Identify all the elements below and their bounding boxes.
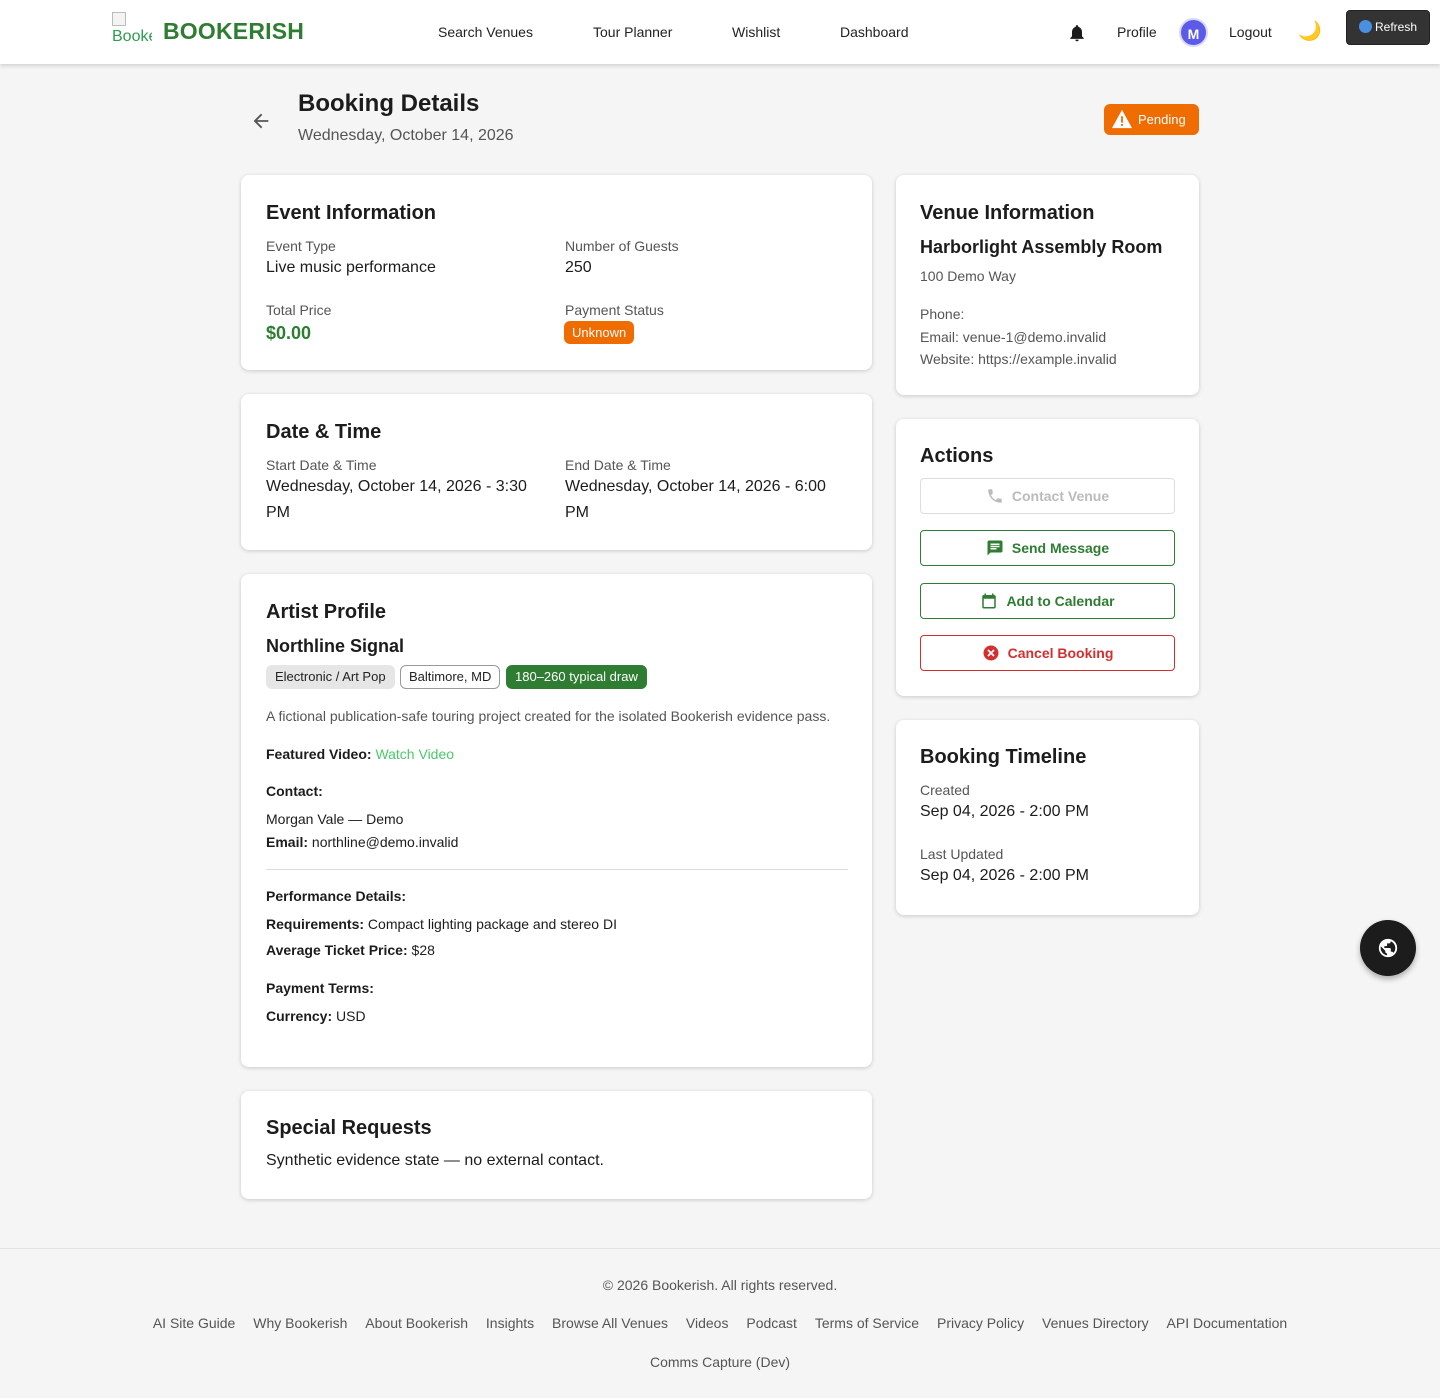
featured-video-row: Featured Video: Watch Video bbox=[266, 746, 455, 762]
end-datetime-label: End Date & Time bbox=[565, 457, 671, 473]
start-datetime-value: Wednesday, October 14, 2026 - 3:30 PM bbox=[266, 478, 527, 521]
end-datetime-value: Wednesday, October 14, 2026 - 6:00 PM bbox=[565, 478, 826, 521]
brand-name[interactable]: BOOKERISH bbox=[163, 18, 304, 45]
location-tag: Baltimore, MD bbox=[400, 665, 501, 689]
footer-link-terms[interactable]: Terms of Service bbox=[815, 1315, 919, 1331]
special-requests-card: Special Requests Synthetic evidence stat… bbox=[241, 1091, 872, 1199]
venue-phone: Phone: bbox=[920, 306, 965, 322]
created-value: Sep 04, 2026 - 2:00 PM bbox=[920, 803, 1089, 820]
copyright: © 2026 Bookerish. All rights reserved. bbox=[602, 1277, 838, 1293]
card-title: Event Information bbox=[266, 202, 437, 224]
performance-details-label: Performance Details: bbox=[266, 888, 407, 904]
footer-link-about[interactable]: About Bookerish bbox=[365, 1315, 468, 1331]
card-title: Date & Time bbox=[266, 421, 382, 443]
payment-status-badge: Unknown bbox=[564, 321, 635, 344]
divider bbox=[266, 869, 848, 870]
total-price-label: Total Price bbox=[266, 302, 332, 318]
phone-icon bbox=[988, 489, 1002, 503]
artist-name: Northline Signal bbox=[266, 636, 405, 656]
watch-video-link[interactable]: Watch Video bbox=[375, 746, 454, 762]
footer-link-api-docs[interactable]: API Documentation bbox=[1167, 1315, 1288, 1331]
nav-search-venues[interactable]: Search Venues bbox=[438, 24, 533, 40]
contact-email[interactable]: northline@demo.invalid bbox=[312, 834, 459, 850]
total-price-value: $0.00 bbox=[266, 323, 312, 343]
footer-link-why-bookerish[interactable]: Why Bookerish bbox=[253, 1315, 347, 1331]
footer-link-browse-venues[interactable]: Browse All Venues bbox=[552, 1315, 668, 1331]
calendar-icon bbox=[982, 593, 997, 609]
payment-status-label: Payment Status bbox=[565, 302, 664, 318]
contact-label: Contact: bbox=[266, 783, 323, 799]
card-title: Special Requests bbox=[266, 1117, 432, 1139]
nav-tour-planner[interactable]: Tour Planner bbox=[593, 24, 672, 40]
guests-label: Number of Guests bbox=[565, 238, 679, 254]
card-title: Actions bbox=[920, 445, 994, 467]
footer-link-privacy[interactable]: Privacy Policy bbox=[937, 1315, 1024, 1331]
top-header: Bookerish BOOKERISH Search Venues Tour P… bbox=[0, 0, 1440, 64]
contact-name: Morgan Vale — Demo bbox=[266, 811, 404, 827]
status-badge: Pending bbox=[1104, 104, 1199, 135]
profile-link[interactable]: Profile bbox=[1117, 24, 1157, 40]
payment-terms-label: Payment Terms: bbox=[266, 980, 374, 996]
language-button[interactable] bbox=[1360, 920, 1416, 976]
event-information-card: Event Information Event Type Live music … bbox=[241, 175, 872, 370]
footer-link-comms-capture[interactable]: Comms Capture (Dev) bbox=[0, 1354, 1440, 1370]
special-requests-text: Synthetic evidence state — no external c… bbox=[266, 1152, 604, 1169]
venue-email: Email: venue-1@demo.invalid bbox=[920, 329, 1107, 345]
logout-link[interactable]: Logout bbox=[1229, 24, 1272, 40]
add-to-calendar-button[interactable]: Add to Calendar bbox=[920, 583, 1175, 619]
artist-description: A fictional publication-safe touring pro… bbox=[266, 708, 831, 724]
artist-profile-card: Artist Profile Northline Signal Electron… bbox=[241, 574, 872, 1067]
send-message-button[interactable]: Send Message bbox=[920, 530, 1175, 566]
nav-dashboard[interactable]: Dashboard bbox=[840, 24, 909, 40]
genre-tag: Electronic / Art Pop bbox=[266, 665, 395, 689]
cancel-circle-icon bbox=[983, 645, 999, 661]
venue-address: 100 Demo Way bbox=[920, 268, 1016, 284]
footer-links: AI Site Guide Why Bookerish About Booker… bbox=[0, 1315, 1440, 1331]
venue-name: Harborlight Assembly Room bbox=[920, 237, 1163, 257]
last-updated-value: Sep 04, 2026 - 2:00 PM bbox=[920, 867, 1089, 884]
event-type-label: Event Type bbox=[266, 238, 336, 254]
date-time-card: Date & Time Start Date & Time Wednesday,… bbox=[241, 394, 872, 550]
refresh-icon bbox=[1359, 20, 1372, 33]
bell-icon[interactable] bbox=[1067, 22, 1087, 44]
currency-row: Currency: USD bbox=[266, 1008, 366, 1024]
footer-link-podcast[interactable]: Podcast bbox=[746, 1315, 797, 1331]
warning-icon bbox=[1112, 109, 1132, 129]
actions-card: Actions Contact Venue Send Message Add t… bbox=[896, 419, 1199, 696]
venue-information-card: Venue Information Harborlight Assembly R… bbox=[896, 175, 1199, 395]
card-title: Artist Profile bbox=[266, 601, 387, 623]
draw-tag: 180–260 typical draw bbox=[506, 665, 647, 689]
refresh-button[interactable]: Refresh bbox=[1346, 10, 1430, 45]
contact-venue-button[interactable]: Contact Venue bbox=[920, 478, 1175, 514]
nav-wishlist[interactable]: Wishlist bbox=[732, 24, 780, 40]
start-datetime-label: Start Date & Time bbox=[266, 457, 377, 473]
footer: © 2026 Bookerish. All rights reserved. A… bbox=[0, 1248, 1440, 1398]
card-title: Booking Timeline bbox=[920, 746, 1087, 768]
ticket-price-row: Average Ticket Price: $28 bbox=[266, 942, 435, 958]
card-title: Venue Information bbox=[920, 202, 1095, 224]
avatar[interactable]: M bbox=[1179, 18, 1208, 47]
arrow-left-icon[interactable] bbox=[250, 110, 272, 132]
cancel-booking-button[interactable]: Cancel Booking bbox=[920, 635, 1175, 671]
moon-icon[interactable]: 🌙 bbox=[1298, 19, 1322, 43]
created-label: Created bbox=[920, 782, 970, 798]
page-subtitle: Wednesday, October 14, 2026 bbox=[298, 127, 514, 144]
venue-website: Website: https://example.invalid bbox=[920, 351, 1117, 367]
last-updated-label: Last Updated bbox=[920, 846, 1004, 862]
requirements-row: Requirements: Compact lighting package a… bbox=[266, 916, 617, 932]
booking-timeline-card: Booking Timeline Created Sep 04, 2026 - … bbox=[896, 720, 1199, 915]
logo-image[interactable]: Bookerish bbox=[112, 12, 152, 46]
globe-icon bbox=[1378, 938, 1398, 958]
footer-link-ai-site-guide[interactable]: AI Site Guide bbox=[153, 1315, 236, 1331]
message-icon bbox=[987, 540, 1003, 556]
guests-value: 250 bbox=[565, 259, 592, 276]
footer-link-insights[interactable]: Insights bbox=[486, 1315, 534, 1331]
event-type-value: Live music performance bbox=[266, 259, 436, 276]
broken-image-icon bbox=[112, 12, 126, 26]
footer-link-venues-directory[interactable]: Venues Directory bbox=[1042, 1315, 1149, 1331]
footer-link-videos[interactable]: Videos bbox=[686, 1315, 729, 1331]
page-title: Booking Details bbox=[298, 90, 480, 117]
contact-email-row: Email: northline@demo.invalid bbox=[266, 834, 459, 850]
